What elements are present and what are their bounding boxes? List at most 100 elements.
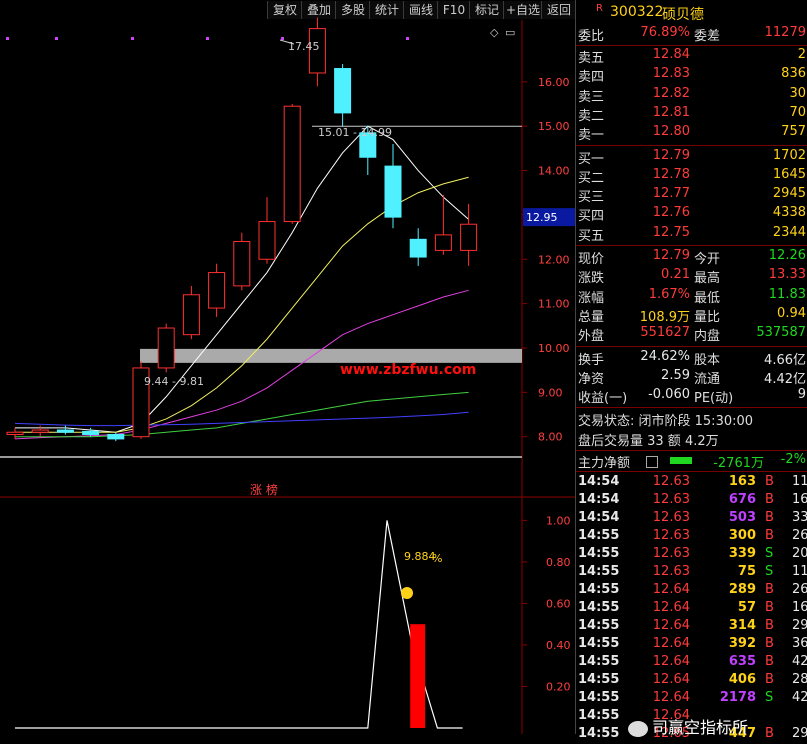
value: 12.79 [652, 147, 690, 163]
divider [576, 345, 807, 347]
label: 14:55 [578, 564, 620, 580]
value: 12.63 [652, 564, 690, 580]
tick-row: 14:54 12.63 676 B 16 [576, 492, 807, 510]
tick-side: B [765, 528, 774, 544]
sell-level[interactable]: 卖五 12.84 2 [576, 47, 807, 66]
label: 14:55 [578, 546, 620, 562]
label: 今开 [694, 252, 721, 267]
trade-status: 交易状态: 闭市阶段 15:30:00 [576, 410, 807, 429]
buy-level[interactable]: 买五 12.75 2344 [576, 225, 807, 244]
value: 1702 [772, 147, 806, 163]
value: 12.75 [652, 224, 690, 240]
label: 卖五 [578, 51, 605, 66]
value: -2% [780, 452, 806, 467]
candle [208, 263, 226, 317]
sub-axis-label: 0.80 [546, 556, 571, 569]
label: 委比 [578, 29, 605, 44]
price-axis-label: 11.00 [538, 298, 570, 311]
diamond-icon: ◇ [490, 26, 499, 39]
buy-level[interactable]: 买二 12.78 1645 [576, 167, 807, 186]
tick-side: B [765, 672, 774, 688]
value: 24.62% [640, 348, 690, 364]
value: 2.59 [661, 367, 690, 383]
value: 0.21 [661, 267, 690, 283]
candle [157, 323, 175, 373]
candle [56, 425, 74, 435]
stock-code: 300322 [610, 4, 664, 20]
buy-level[interactable]: 买三 12.77 2945 [576, 186, 807, 205]
tick-volume: 300 [728, 528, 756, 544]
high-annotation: 17.45 [288, 40, 320, 53]
label: 买一 [578, 151, 605, 167]
candle [132, 361, 150, 439]
value: 1645 [772, 166, 806, 182]
candle-body [107, 433, 125, 440]
kline-chart[interactable]: 16.0015.0014.0013.0012.0011.0010.009.008… [0, 0, 575, 734]
sub-axis-label: 0.60 [546, 597, 571, 610]
list-icon [646, 456, 658, 468]
divider [576, 144, 807, 146]
range1-annotation: 15.01 - 14.99 [318, 126, 392, 139]
tick-volume: 635 [728, 654, 756, 670]
divider [576, 45, 807, 46]
candle-body [208, 272, 226, 309]
label: 卖一 [578, 128, 605, 144]
tick-count: 26 [792, 582, 807, 598]
sell-level[interactable]: 卖四 12.83 836 [576, 66, 807, 85]
candle-body [283, 105, 301, 223]
label: 总量 [578, 309, 605, 325]
sell-level[interactable]: 卖三 12.82 30 [576, 86, 807, 105]
value: 12.77 [652, 186, 690, 202]
tick-side: B [765, 510, 774, 526]
value: 2945 [772, 186, 806, 202]
stat2-row: 净资 2.59 流通 4.42亿 [576, 368, 807, 387]
mainflow-row[interactable]: 主力净额 -2761万 -2% [576, 452, 807, 471]
top-marker [281, 37, 284, 40]
value: 12.64 [652, 600, 690, 616]
value: 12.82 [652, 85, 690, 101]
tick-row: 14:55 12.64 2178 S 42 [576, 690, 807, 708]
candle-body [157, 327, 175, 369]
value: 551627 [640, 325, 690, 341]
price-axis-label: 15.00 [538, 120, 570, 133]
label: 14:55 [578, 708, 620, 724]
tick-count: 42 [792, 654, 807, 670]
candle [31, 425, 49, 437]
value: 12.63 [652, 546, 690, 562]
label: 14:55 [578, 582, 620, 598]
candle-body [460, 223, 478, 251]
candle [384, 143, 402, 229]
tick-count: 26 [792, 528, 807, 544]
candle [182, 285, 200, 340]
buy-level[interactable]: 买四 12.76 4338 [576, 205, 807, 224]
label: 收益(一) [578, 391, 628, 407]
flow-bar [670, 457, 692, 464]
label: 涨跌 [578, 271, 605, 287]
chart-area[interactable]: 复权叠加多股统计画线F10标记+自选返回 16.0015.0014.0013.0… [0, 0, 576, 734]
tick-count: 16 [792, 492, 807, 508]
tick-row: 14:55 12.63 339 S 20 [576, 546, 807, 564]
tick-row: 14:55 12.64 392 B 36 [576, 636, 807, 654]
sell-level[interactable]: 卖一 12.80 757 [576, 124, 807, 143]
sell-level[interactable]: 卖二 12.81 70 [576, 105, 807, 124]
sub-value: 9.884 [404, 550, 436, 563]
label: 14:55 [578, 528, 620, 544]
candle [233, 232, 251, 291]
price-axis-label: 16.00 [538, 76, 570, 89]
stock-header: R 300322 硕贝德 [576, 1, 807, 23]
value: 4.66亿 [764, 352, 806, 368]
price-axis-label: 10.00 [538, 342, 570, 355]
candle [334, 64, 352, 127]
tick-volume: 289 [728, 582, 756, 598]
label: 净资 [578, 371, 605, 387]
after-hours: 盘后交易量 33 额 4.2万 [576, 430, 807, 449]
value: 12.79 [652, 248, 690, 263]
value: 12.63 [652, 474, 690, 490]
tick-volume: 406 [728, 672, 756, 688]
top-marker [6, 37, 9, 40]
price-axis-label: 14.00 [538, 165, 570, 178]
buy-level[interactable]: 买一 12.79 1702 [576, 148, 807, 167]
label: 流通 [694, 371, 721, 387]
tick-side: B [765, 654, 774, 670]
candle-body [56, 429, 74, 433]
